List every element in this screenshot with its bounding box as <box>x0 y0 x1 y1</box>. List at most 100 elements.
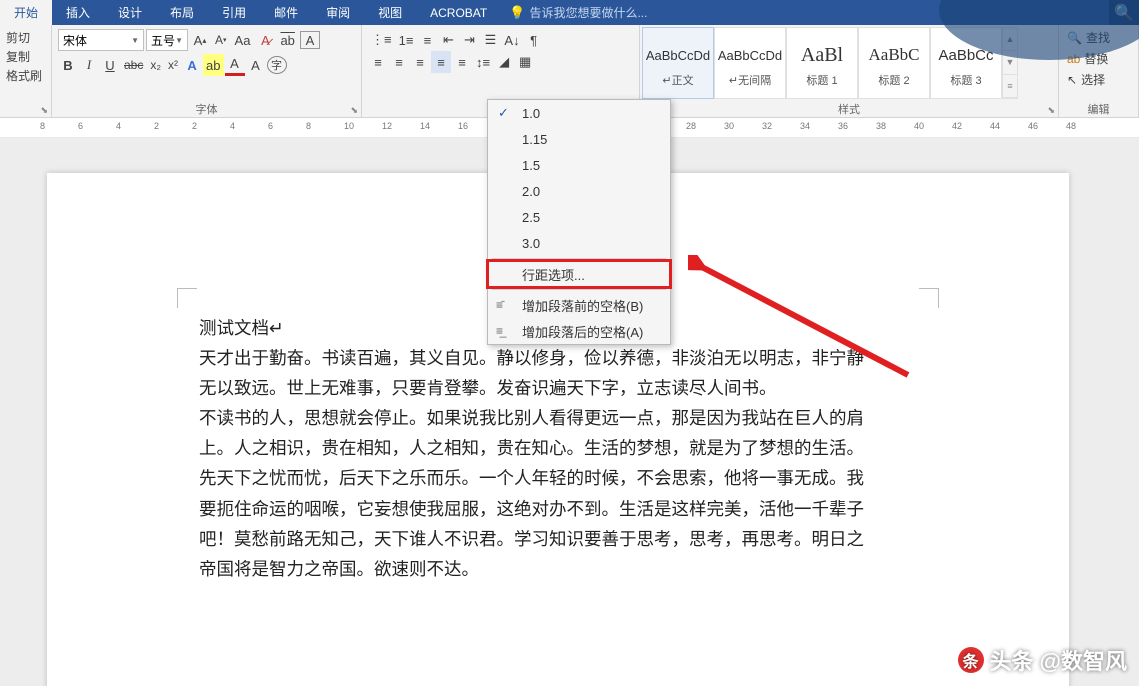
add-space-after[interactable]: ≡̲增加段落后的空格(A) <box>488 318 670 344</box>
justify-button[interactable]: ≡ <box>431 51 451 73</box>
italic-button[interactable]: I <box>79 54 99 76</box>
distribute-button[interactable]: ≡ <box>452 51 472 73</box>
editing-group-label: 编辑 <box>1088 104 1110 116</box>
tab-references[interactable]: 引用 <box>208 0 260 25</box>
ls-option-1[interactable]: ✓1.0 <box>488 100 670 126</box>
ruler-tick: 48 <box>1066 121 1076 131</box>
ls-option-2[interactable]: 2.0 <box>488 178 670 204</box>
ruler-tick: 32 <box>762 121 772 131</box>
chevron-down-icon: ▼ <box>131 36 139 45</box>
underline-button[interactable]: U <box>100 54 120 76</box>
tab-insert[interactable]: 插入 <box>52 0 104 25</box>
ruler-tick: 40 <box>914 121 924 131</box>
shading-button[interactable]: ◢ <box>494 51 514 73</box>
sort-button[interactable]: A↓ <box>501 29 522 51</box>
tab-acrobat[interactable]: ACROBAT <box>416 0 501 25</box>
line-spacing-button[interactable]: ↕≡ <box>473 51 493 73</box>
style-heading1[interactable]: AaBl标题 1 <box>786 27 858 99</box>
add-space-before[interactable]: ≡̄增加段落前的空格(B) <box>488 292 670 318</box>
clipboard-launcher-icon[interactable]: ⬊ <box>40 105 48 116</box>
styles-more-icon[interactable]: ≡ <box>1003 75 1017 98</box>
strike-button[interactable]: abc <box>121 54 146 76</box>
ls-option-3[interactable]: 3.0 <box>488 230 670 256</box>
ruler-tick: 2 <box>192 121 197 131</box>
tab-mailings[interactable]: 邮件 <box>260 0 312 25</box>
ribbon-tabs: 开始 插入 设计 布局 引用 邮件 审阅 视图 ACROBAT 💡 告诉我您想要… <box>0 0 1139 25</box>
tab-home[interactable]: 开始 <box>0 0 52 25</box>
font-size-combo[interactable]: 五号▼ <box>146 29 188 51</box>
borders-button[interactable]: ▦ <box>515 51 535 73</box>
align-left-button[interactable]: ≡ <box>368 51 388 73</box>
document-body[interactable]: 测试文档↵ 天才出于勤奋。书读百遍，其义自见。静以修身，俭以养德，非淡泊无以明志… <box>199 313 879 584</box>
format-painter-button[interactable]: 格式刷 <box>6 67 42 84</box>
enclose-char-button[interactable]: 字 <box>267 56 287 74</box>
ruler-tick: 6 <box>78 121 83 131</box>
superscript-button[interactable]: x² <box>165 54 181 76</box>
shrink-font-button[interactable]: A▾ <box>212 29 230 51</box>
ruler-tick: 46 <box>1028 121 1038 131</box>
text-effects-button[interactable]: A <box>182 54 202 76</box>
line-spacing-options[interactable]: 行距选项... <box>488 261 670 287</box>
highlight-button[interactable]: ab <box>203 54 223 76</box>
increase-indent-button[interactable]: ⇥ <box>459 29 479 51</box>
watermark-logo-icon: 条 <box>958 647 984 673</box>
chevron-down-icon: ▼ <box>175 36 183 45</box>
ruler-tick: 44 <box>990 121 1000 131</box>
char-border-button[interactable]: A <box>300 31 320 49</box>
ruler-tick: 4 <box>116 121 121 131</box>
bold-button[interactable]: B <box>58 54 78 76</box>
change-case-button[interactable]: Aa <box>232 29 254 51</box>
tell-me-placeholder: 告诉我您想要做什么... <box>529 4 647 21</box>
group-clipboard: 剪切 复制 格式刷 ⬊ <box>0 25 52 117</box>
space-before-icon: ≡̄ <box>496 298 503 312</box>
tab-review[interactable]: 审阅 <box>312 0 364 25</box>
ruler-tick: 4 <box>230 121 235 131</box>
phonetic-button[interactable]: ab <box>277 29 297 51</box>
select-button[interactable]: ↖选择 <box>1067 71 1105 88</box>
style-normal[interactable]: AaBbCcDd↵正文 <box>642 27 714 99</box>
multilevel-button[interactable]: ≡ <box>417 29 437 51</box>
ruler-tick: 2 <box>154 121 159 131</box>
style-heading2[interactable]: AaBbC标题 2 <box>858 27 930 99</box>
line-spacing-menu: ✓1.0 1.15 1.5 2.0 2.5 3.0 行距选项... ≡̄增加段落… <box>487 99 671 345</box>
ls-option-2-5[interactable]: 2.5 <box>488 204 670 230</box>
align-right-button[interactable]: ≡ <box>410 51 430 73</box>
ruler-tick: 36 <box>838 121 848 131</box>
tab-layout[interactable]: 布局 <box>156 0 208 25</box>
char-shading-button[interactable]: A <box>246 54 266 76</box>
ls-option-1-15[interactable]: 1.15 <box>488 126 670 152</box>
lightbulb-icon: 💡 <box>509 5 525 21</box>
watermark-author: @数智风 <box>1040 644 1127 676</box>
styles-group-label: 样式 <box>838 104 860 116</box>
clear-format-button[interactable]: A̷ <box>255 29 275 51</box>
style-no-spacing[interactable]: AaBbCcDd↵无间隔 <box>714 27 786 99</box>
doc-title: 测试文档 <box>199 318 269 338</box>
align-center-button[interactable]: ≡ <box>389 51 409 73</box>
doc-paragraph: 天才出于勤奋。书读百遍，其义自见。静以修身，俭以养德，非淡泊无以明志，非宁静无以… <box>199 343 879 403</box>
ls-option-1-5[interactable]: 1.5 <box>488 152 670 178</box>
tell-me-search[interactable]: 💡 告诉我您想要做什么... <box>509 0 647 25</box>
subscript-button[interactable]: x₂ <box>147 54 164 76</box>
decrease-indent-button[interactable]: ⇤ <box>438 29 458 51</box>
ruler-tick: 30 <box>724 121 734 131</box>
bullets-button[interactable]: ⋮≡ <box>368 29 395 51</box>
tab-view[interactable]: 视图 <box>364 0 416 25</box>
styles-launcher-icon[interactable]: ⬊ <box>1047 105 1055 116</box>
doc-paragraph: 不读书的人，思想就会停止。如果说我比别人看得更远一点，那是因为我站在巨人的肩上。… <box>199 403 879 463</box>
font-group-label: 字体 <box>196 104 218 116</box>
cut-button[interactable]: 剪切 <box>6 29 30 46</box>
ruler-tick: 6 <box>268 121 273 131</box>
copy-button[interactable]: 复制 <box>6 48 30 65</box>
font-name-combo[interactable]: 宋体▼ <box>58 29 144 51</box>
ruler-tick: 14 <box>420 121 430 131</box>
show-marks-button[interactable]: ¶ <box>524 29 544 51</box>
doc-paragraph: 先天下之忧而忧，后天下之乐而乐。一个人年轻的时候，不会思索，他将一事无成。我要扼… <box>199 463 879 583</box>
ruler-tick: 42 <box>952 121 962 131</box>
asian-layout-button[interactable]: ☰ <box>480 29 500 51</box>
numbering-button[interactable]: 1≡ <box>396 29 417 51</box>
tab-design[interactable]: 设计 <box>104 0 156 25</box>
grow-font-button[interactable]: A▴ <box>190 29 210 51</box>
ruler-tick: 10 <box>344 121 354 131</box>
font-launcher-icon[interactable]: ⬊ <box>350 105 358 116</box>
font-color-button[interactable]: A <box>225 54 245 76</box>
